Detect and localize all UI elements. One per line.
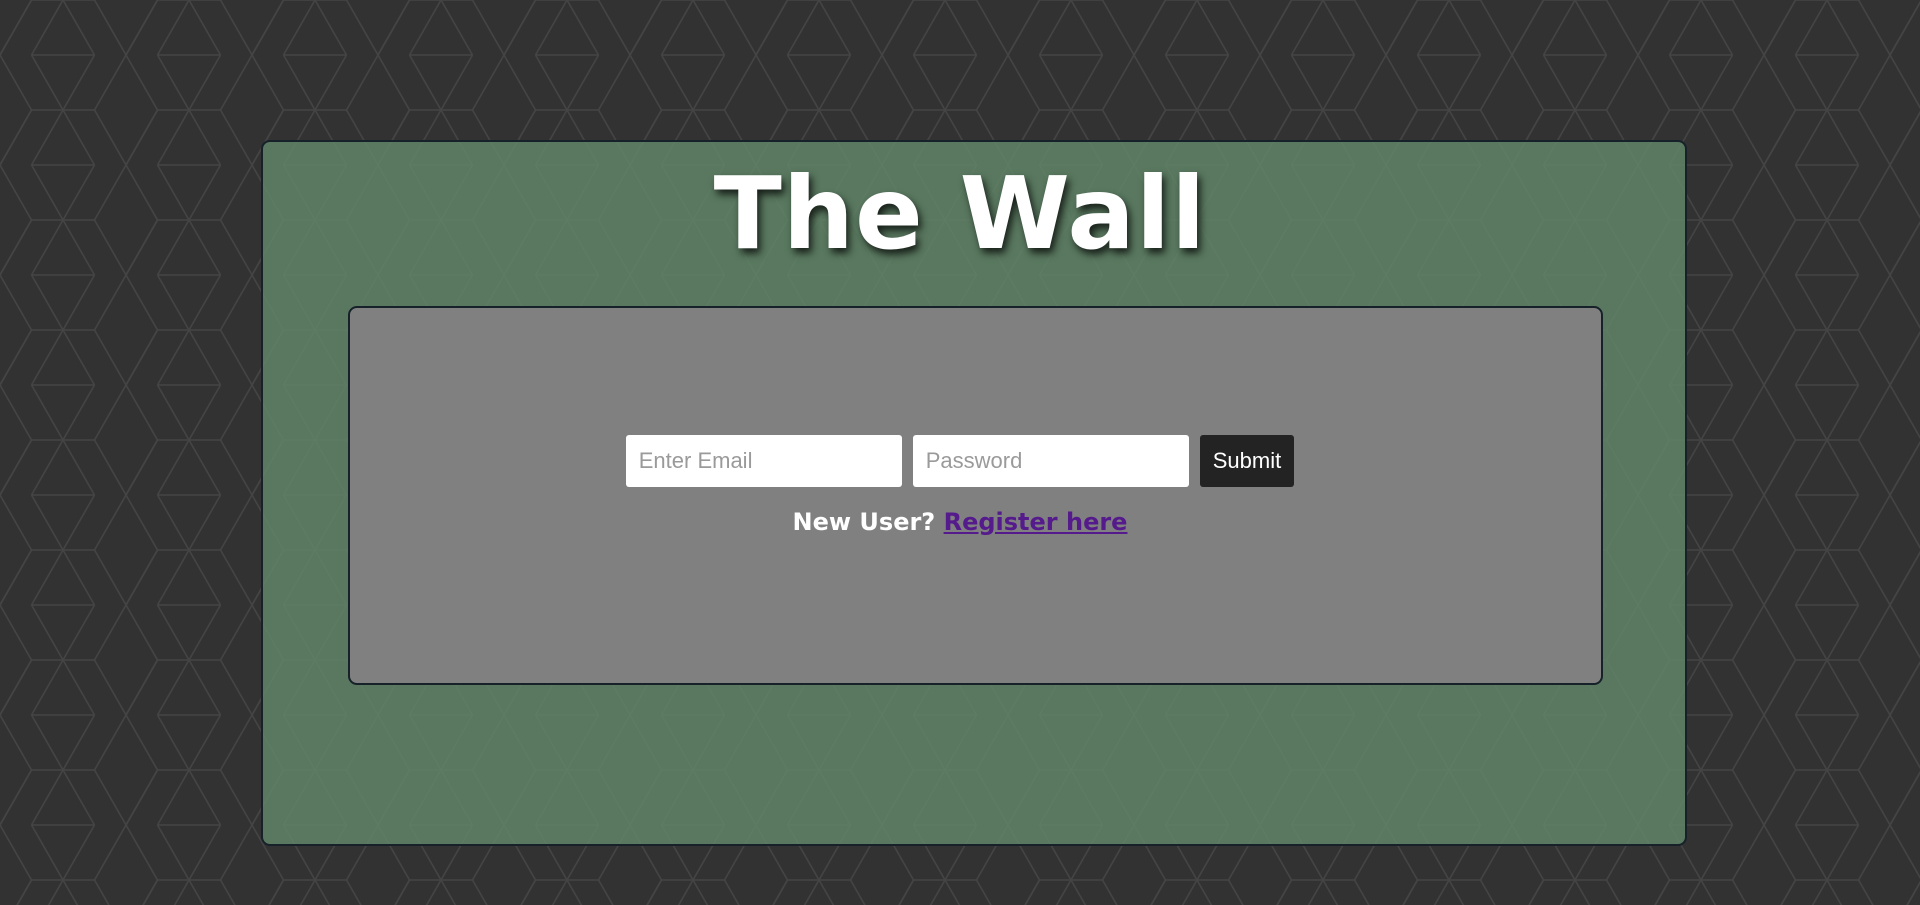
register-line: New User? Register here	[0, 508, 1920, 536]
login-box	[348, 306, 1603, 685]
new-user-label: New User?	[792, 508, 936, 536]
page-title: The Wall	[713, 155, 1207, 272]
submit-button[interactable]: Submit	[1199, 435, 1295, 487]
login-form: Submit	[0, 435, 1920, 487]
email-input[interactable]	[625, 435, 902, 487]
register-link[interactable]: Register here	[944, 508, 1128, 536]
password-input[interactable]	[912, 435, 1189, 487]
